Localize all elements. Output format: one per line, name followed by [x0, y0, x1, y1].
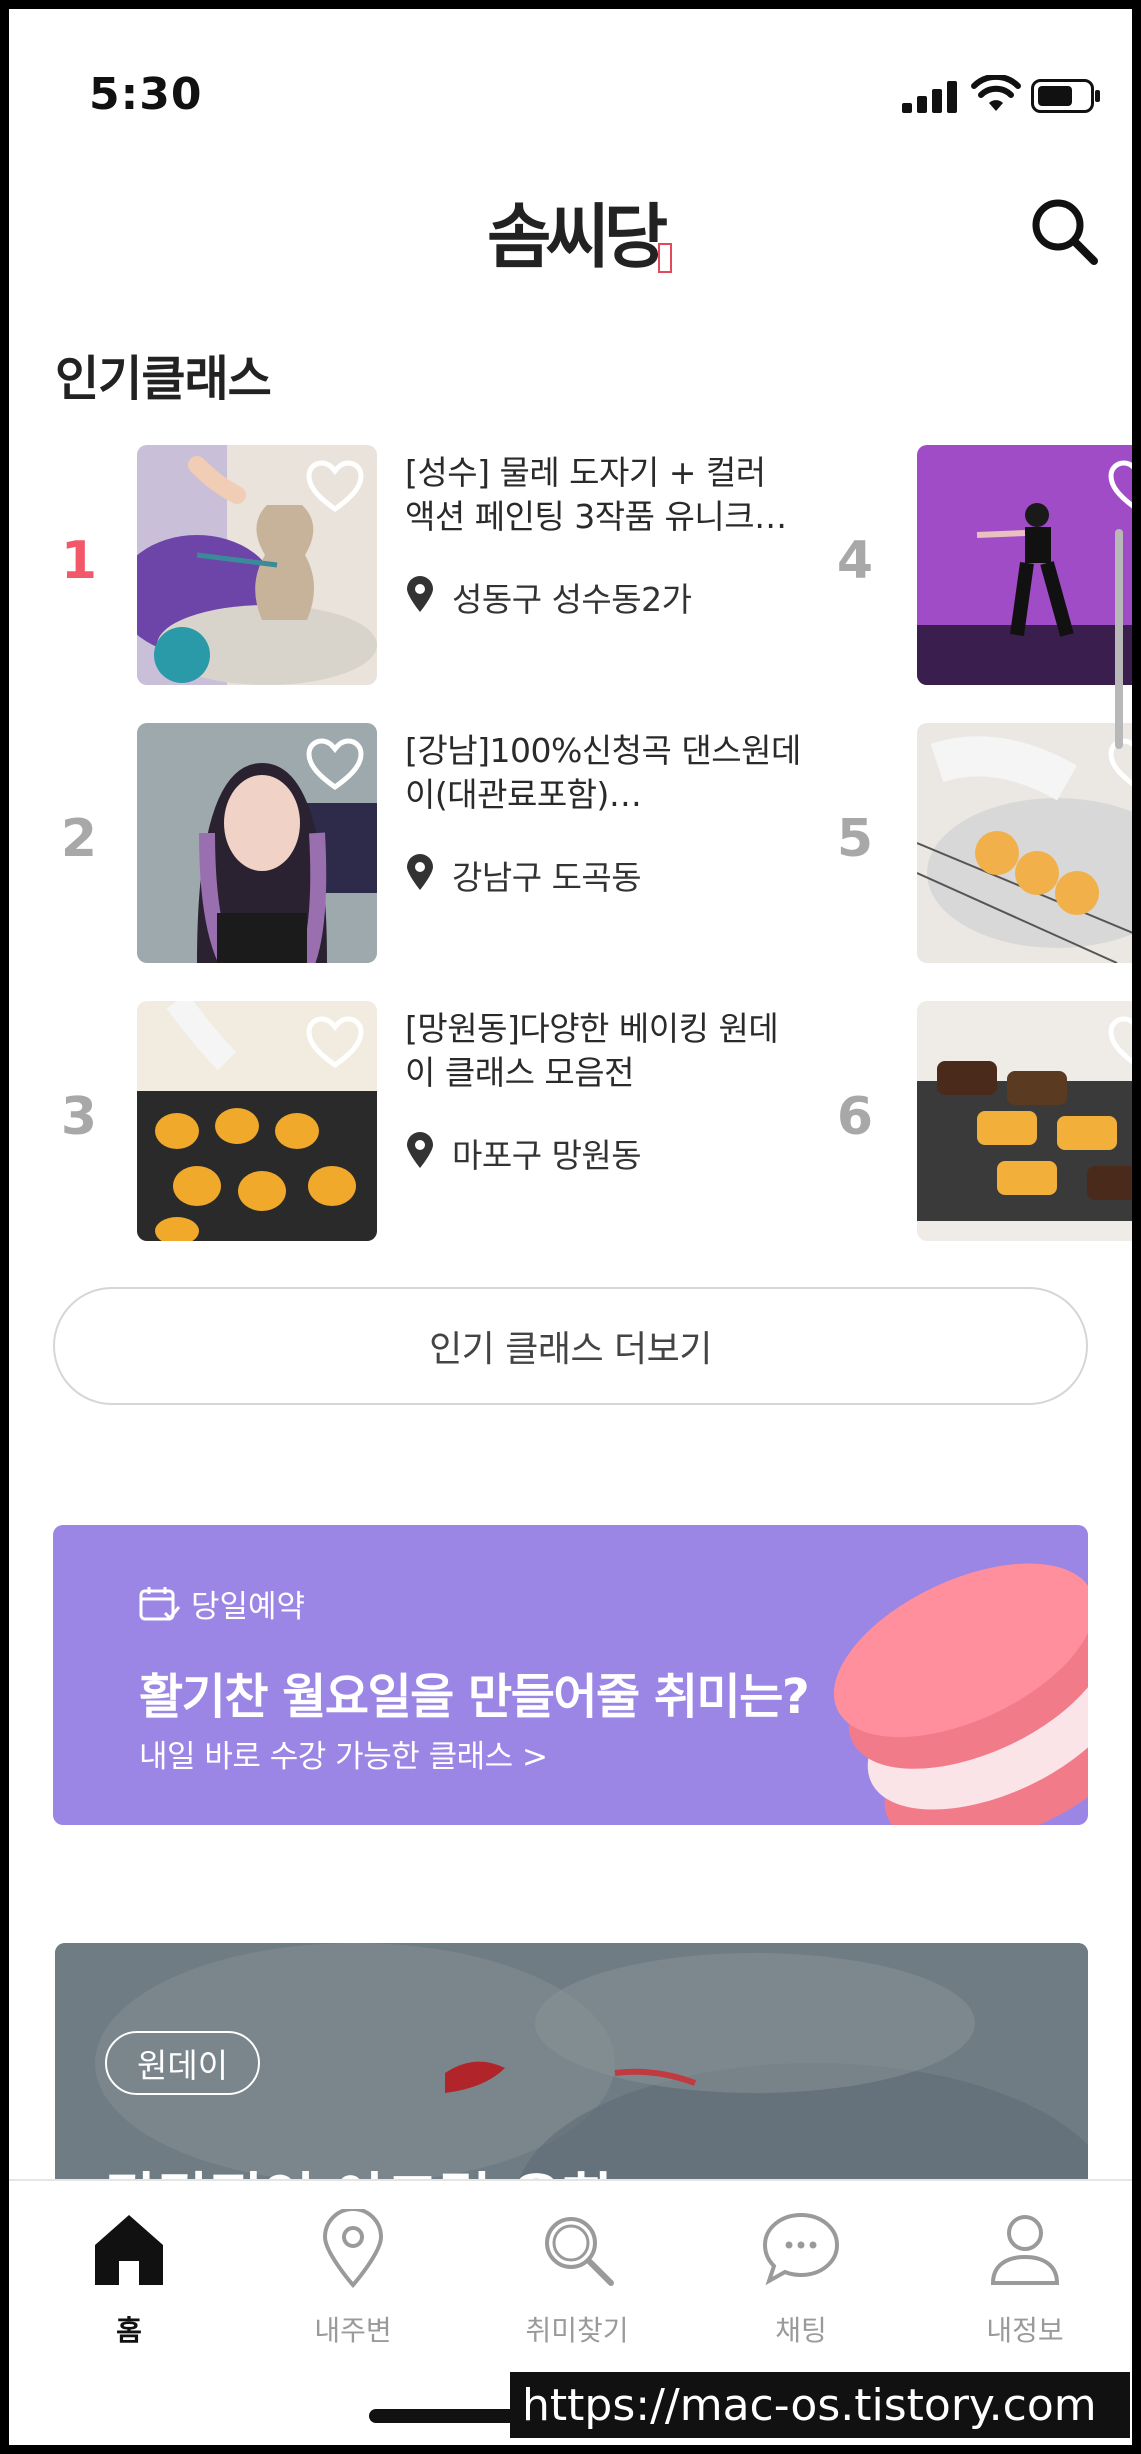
- person-icon: [990, 2215, 1060, 2285]
- tab-chat[interactable]: 채팅: [721, 2201, 881, 2361]
- tab-label: 내주변: [314, 2314, 392, 2347]
- status-time: 5:30: [89, 69, 203, 120]
- location-pin-icon: [322, 2207, 384, 2289]
- tab-label: 취미찾기: [525, 2314, 629, 2347]
- tab-nearby[interactable]: 내주변: [273, 2201, 433, 2361]
- location-pin-icon: [407, 854, 433, 890]
- tab-label: 채팅: [775, 2314, 827, 2347]
- banner-tag-label: 당일예약: [191, 1589, 306, 1625]
- rank-number: 1: [60, 531, 98, 591]
- wifi-icon: [971, 75, 1021, 111]
- heart-icon[interactable]: [1107, 459, 1132, 515]
- rank-number: 5: [836, 809, 874, 869]
- tab-label: 내정보: [986, 2314, 1064, 2347]
- tab-find-hobby[interactable]: 취미찾기: [497, 2201, 657, 2361]
- pound-cake-image: [917, 1001, 1132, 1241]
- tab-label: 홈: [116, 2314, 142, 2347]
- popular-classes-title: 인기클래스: [55, 351, 272, 407]
- popular-more-button[interactable]: 인기 클래스 더보기: [53, 1287, 1088, 1405]
- feature-badge: 원데이: [105, 2031, 261, 2095]
- class-location: 성동구 성수동2가: [452, 580, 692, 619]
- banner-subtitle[interactable]: 내일 바로 수강 가능한 클래스 >: [139, 1731, 548, 1776]
- class-location: 강남구 도곡동: [452, 858, 642, 897]
- app-logo[interactable]: 솜씨당: [479, 189, 679, 279]
- banner-title: 활기찬 월요일을 만들어줄 취미는?: [139, 1669, 810, 1725]
- chat-bubble-icon: [762, 2212, 840, 2286]
- class-title[interactable]: [망원동]다양한 베이킹 원데이 클래스 모음전: [405, 1007, 805, 1095]
- dance-image: [917, 445, 1132, 685]
- class-title[interactable]: [성수] 물레 도자기 + 컬러 액션 페인팅 3작품 유니크…: [405, 451, 805, 539]
- class-thumbnail[interactable]: [137, 445, 377, 685]
- class-thumbnail[interactable]: [137, 723, 377, 963]
- rank-number: 4: [836, 531, 874, 591]
- source-watermark: https://mac-os.tistory.com: [510, 2372, 1130, 2438]
- banner-tag: 당일예약: [139, 1581, 305, 1626]
- horizontal-scroll-indicator: [1115, 529, 1123, 749]
- tab-home[interactable]: 홈: [49, 2201, 209, 2361]
- heart-icon[interactable]: [1107, 1015, 1132, 1071]
- heart-icon[interactable]: [305, 459, 365, 515]
- status-bar: 5:30: [9, 9, 1132, 139]
- class-thumbnail[interactable]: [917, 445, 1132, 685]
- svg-text:솜씨당: 솜씨당: [487, 196, 668, 278]
- app-screen: 5:30 솜씨당 인기클래스 1 [성수] 물레 도자기 + 컬러 액션 페인팅…: [9, 9, 1132, 2445]
- cellular-signal-icon: [902, 81, 957, 113]
- rank-number: 3: [60, 1087, 98, 1147]
- rank-number: 2: [60, 809, 98, 869]
- heart-icon[interactable]: [305, 737, 365, 793]
- baking-image: [917, 723, 1132, 963]
- same-day-booking-banner[interactable]: 당일예약 활기찬 월요일을 만들어줄 취미는? 내일 바로 수강 가능한 클래스…: [53, 1525, 1088, 1825]
- class-title[interactable]: [강남]100%신청곡 댄스원데이(대관료포함)…: [405, 729, 805, 817]
- class-thumbnail[interactable]: [137, 1001, 377, 1241]
- heart-icon[interactable]: [305, 1015, 365, 1071]
- location-pin-icon: [407, 1132, 433, 1168]
- tab-my-info[interactable]: 내정보: [945, 2201, 1105, 2361]
- search-icon[interactable]: [1024, 191, 1104, 271]
- battery-icon: [1031, 79, 1100, 113]
- class-thumbnail[interactable]: [917, 1001, 1132, 1241]
- class-location: 마포구 망원동: [452, 1136, 642, 1175]
- class-thumbnail[interactable]: [917, 723, 1132, 963]
- calendar-icon: [139, 1586, 181, 1620]
- location-pin-icon: [407, 576, 433, 612]
- rank-number: 6: [836, 1087, 874, 1147]
- macaron-illustration: [833, 1563, 1088, 1825]
- home-icon: [95, 2215, 163, 2285]
- search-icon: [545, 2217, 614, 2286]
